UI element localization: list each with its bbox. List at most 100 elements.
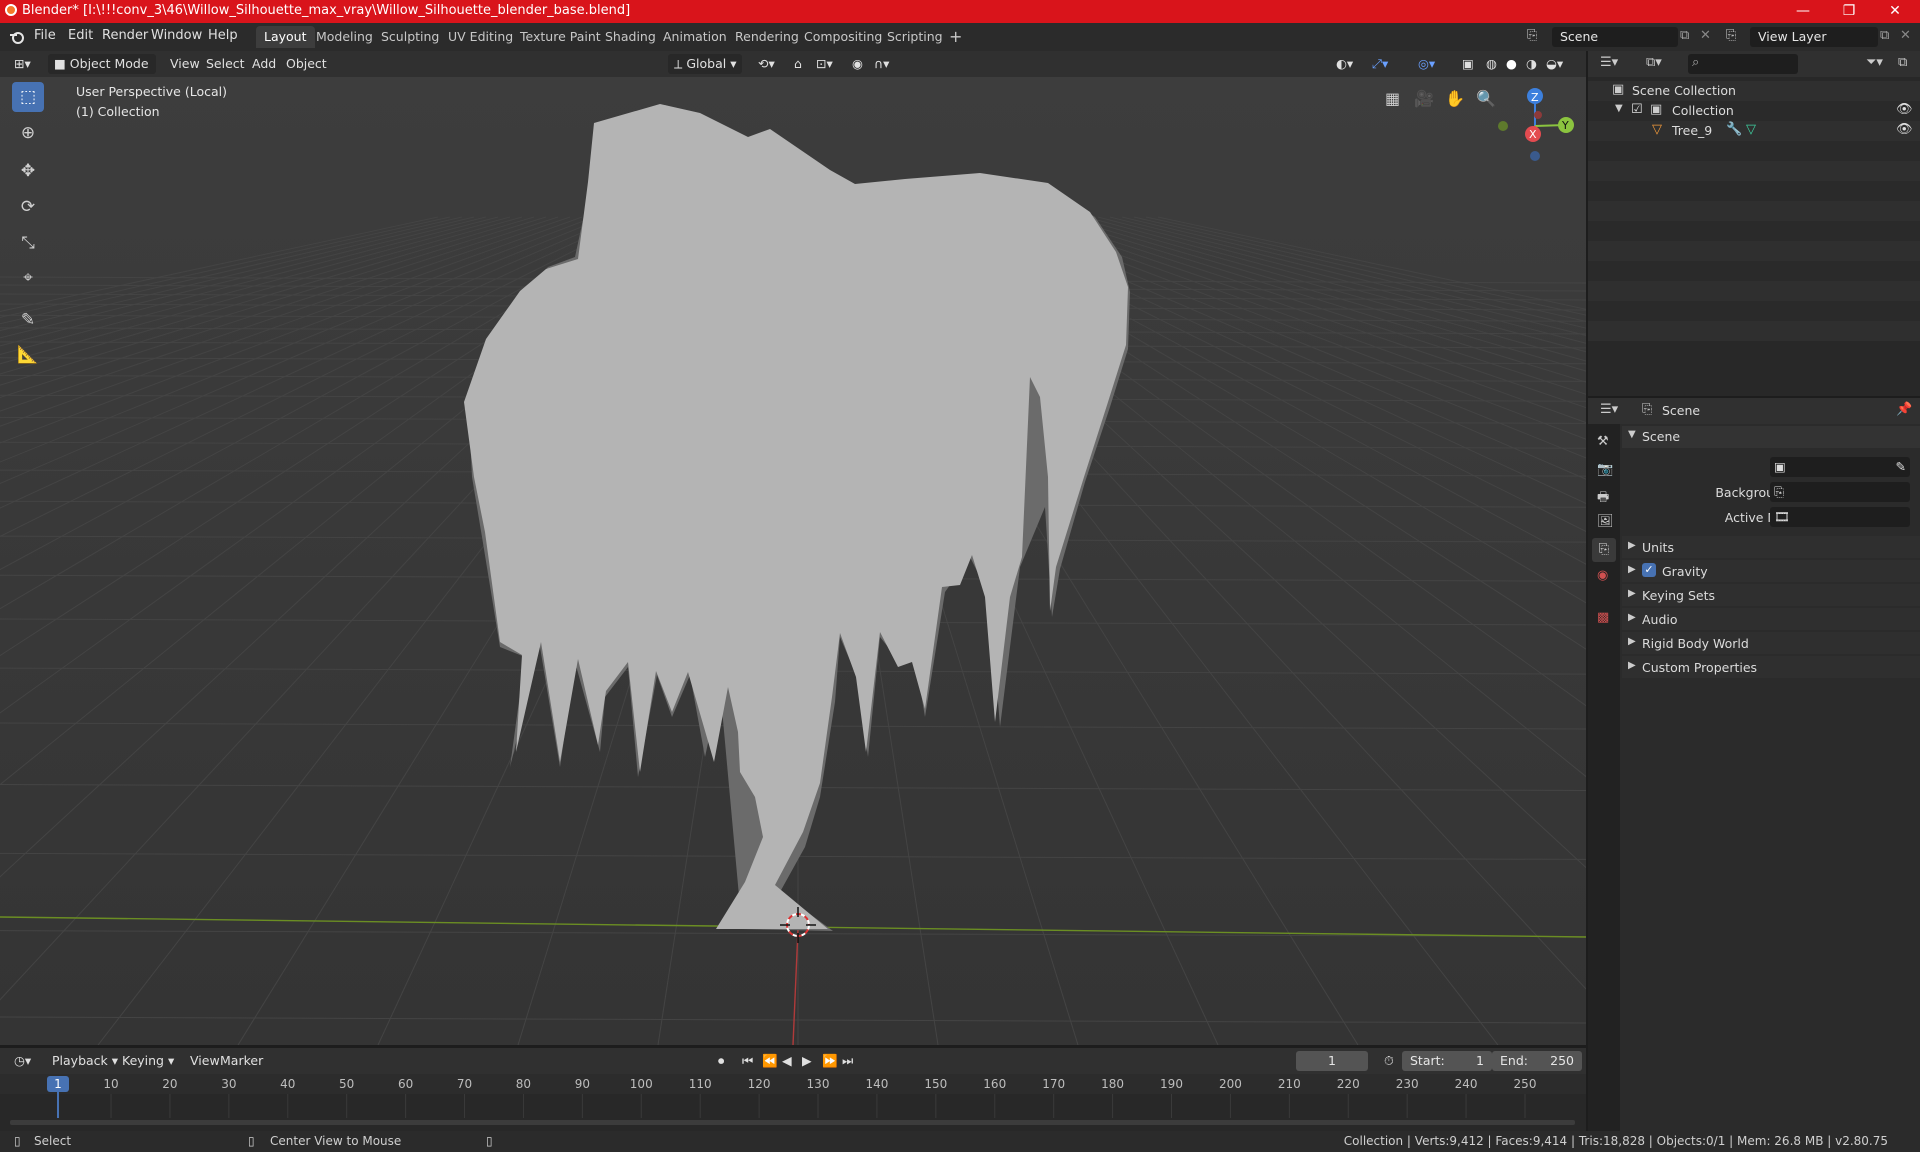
output-tab-icon[interactable]: 🖶 xyxy=(1597,488,1609,510)
menu-help[interactable]: Help xyxy=(208,28,238,43)
blender-menu-icon[interactable] xyxy=(8,29,26,45)
eye-icon[interactable]: 👁 xyxy=(1896,122,1913,137)
annotate-tool[interactable]: ✎ xyxy=(12,305,44,335)
outliner-row-scene-collection[interactable]: ▣ Scene Collection xyxy=(1588,81,1920,101)
tab-scripting[interactable]: Scripting xyxy=(879,26,951,48)
gravity-checkbox[interactable]: ✓ xyxy=(1642,563,1656,577)
add-workspace-button[interactable]: + xyxy=(941,26,970,48)
menu-window[interactable]: Window xyxy=(151,28,202,43)
collection-checkbox-icon[interactable]: ☑ xyxy=(1631,102,1643,117)
transform-tool[interactable]: ⌖ xyxy=(12,263,44,293)
3d-viewport[interactable]: Z Y X User Perspective (Local) (1) Colle… xyxy=(0,77,1586,1045)
play-icon[interactable]: ▶ xyxy=(796,1051,818,1071)
world-tab-icon[interactable]: ◉ xyxy=(1597,568,1608,583)
tab-compositing[interactable]: Compositing xyxy=(796,26,890,48)
toggle-view-grid-icon[interactable]: ▦ xyxy=(1385,89,1400,108)
eyedropper-icon[interactable]: ✎ xyxy=(1896,457,1906,477)
gizmo-toggle-icon[interactable]: ⤢▾ xyxy=(1366,54,1394,74)
mesh-data-icon[interactable]: ▽ xyxy=(1746,122,1756,137)
tab-sculpting[interactable]: Sculpting xyxy=(373,26,447,48)
editor-type-icon[interactable]: ⊞▾ xyxy=(8,54,37,74)
scale-tool[interactable]: ⤡ xyxy=(12,228,44,258)
scene-selector-icon[interactable]: ⎘ xyxy=(1527,28,1537,43)
snap-target-icon[interactable]: ⊡▾ xyxy=(810,54,839,74)
measure-tool[interactable]: 📐 xyxy=(12,340,44,370)
menu-edit[interactable]: Edit xyxy=(68,28,93,43)
outliner-search-input[interactable] xyxy=(1688,54,1798,74)
menu-add[interactable]: Add xyxy=(246,54,282,74)
tab-rendering[interactable]: Rendering xyxy=(727,26,807,48)
tab-animation[interactable]: Animation xyxy=(655,26,735,48)
pan-view-icon[interactable]: ✋ xyxy=(1445,89,1465,108)
active-movie-clip-field[interactable]: 🎞 xyxy=(1770,507,1910,527)
tab-texture-paint[interactable]: Texture Paint xyxy=(512,26,609,48)
rigid-body-world-panel-header[interactable]: ▶ Rigid Body World xyxy=(1622,632,1920,654)
move-tool[interactable]: ✥ xyxy=(12,156,44,186)
tab-uv-editing[interactable]: UV Editing xyxy=(440,26,521,48)
audio-panel-header[interactable]: ▶ Audio xyxy=(1622,608,1920,630)
transform-orientation-dropdown[interactable]: ⟂ Global ▾ xyxy=(668,54,743,74)
select-box-tool[interactable]: ⬚ xyxy=(12,82,44,112)
expand-arrow-icon[interactable]: ▼ xyxy=(1615,103,1623,114)
overlay-toggle-icon[interactable]: ◎▾ xyxy=(1412,54,1441,74)
view-layer-field[interactable]: View Layer xyxy=(1750,27,1878,47)
start-frame-field[interactable]: Start: 1 xyxy=(1402,1051,1492,1071)
scene-tab-icon[interactable]: ⎘ xyxy=(1592,538,1616,562)
zoom-view-icon[interactable]: 🔍 xyxy=(1476,89,1496,108)
end-frame-field[interactable]: End: 250 xyxy=(1492,1051,1582,1071)
tool-tab-icon[interactable]: ⚒ xyxy=(1597,434,1609,449)
tab-layout[interactable]: Layout xyxy=(256,26,315,48)
filter-icon[interactable]: ⏷▾ xyxy=(1866,55,1883,70)
minimize-button[interactable]: — xyxy=(1780,0,1826,23)
view-layer-icon[interactable]: ⎘ xyxy=(1726,28,1736,43)
camera-field[interactable]: ▣ ✎ xyxy=(1770,457,1910,477)
menu-render[interactable]: Render xyxy=(102,28,148,43)
new-scene-icon[interactable]: ⧉ xyxy=(1680,28,1689,43)
play-reverse-icon[interactable]: ◀ xyxy=(776,1051,798,1071)
view-layer-tab-icon[interactable]: 🖼 xyxy=(1597,514,1614,529)
tab-modeling[interactable]: Modeling xyxy=(308,26,381,48)
outliner-row-object[interactable]: ▽ Tree_9 🔧 ▽ 👁 xyxy=(1588,121,1920,141)
menu-object[interactable]: Object xyxy=(280,54,333,74)
rotate-tool[interactable]: ⟳ xyxy=(12,192,44,222)
menu-select[interactable]: Select xyxy=(200,54,251,74)
eye-icon[interactable]: 👁 xyxy=(1896,102,1913,117)
scene-field[interactable]: Scene xyxy=(1552,27,1678,47)
display-mode-icon[interactable]: ⧉▾ xyxy=(1646,55,1662,70)
render-tab-icon[interactable]: 📷 xyxy=(1597,462,1613,477)
close-button[interactable]: ✕ xyxy=(1872,0,1918,23)
jump-to-end-icon[interactable]: ⏭ xyxy=(836,1051,859,1071)
timeline-marker-menu[interactable]: Marker xyxy=(214,1051,269,1071)
preview-range-icon[interactable]: ⏱ xyxy=(1378,1051,1400,1071)
cursor-tool[interactable]: ⊕ xyxy=(12,118,44,148)
maximize-button[interactable]: ❐ xyxy=(1826,0,1872,23)
current-frame-field[interactable]: 1 xyxy=(1296,1051,1368,1071)
background-scene-field[interactable]: ⎘ xyxy=(1770,482,1910,502)
custom-properties-panel-header[interactable]: ▶ Custom Properties xyxy=(1622,656,1920,678)
xray-toggle-icon[interactable]: ▣ xyxy=(1456,54,1480,74)
tab-shading[interactable]: Shading xyxy=(597,26,664,48)
playback-dropdown[interactable]: Playback ▾ xyxy=(46,1051,124,1071)
pivot-point-icon[interactable]: ⟲▾ xyxy=(752,54,781,74)
menu-file[interactable]: File xyxy=(34,28,56,43)
new-collection-icon[interactable]: ⧉ xyxy=(1898,55,1907,70)
object-mode-dropdown[interactable]: ■ Object Mode ▾ xyxy=(48,54,156,91)
delete-scene-icon[interactable]: ✕ xyxy=(1700,28,1711,43)
new-view-layer-icon[interactable]: ⧉ xyxy=(1880,28,1889,43)
properties-editor-type-icon[interactable]: ☰▾ xyxy=(1600,402,1618,417)
scene-panel-header[interactable]: ▼ Scene xyxy=(1622,426,1920,448)
keying-sets-panel-header[interactable]: ▶ Keying Sets xyxy=(1622,584,1920,606)
pin-icon[interactable]: 📌 xyxy=(1896,402,1912,417)
delete-view-layer-icon[interactable]: ✕ xyxy=(1900,28,1911,43)
keying-dropdown[interactable]: Keying ▾ xyxy=(116,1051,180,1071)
outliner-editor-type-icon[interactable]: ☰▾ xyxy=(1600,55,1618,70)
timeline-editor-type-icon[interactable]: ◷▾ xyxy=(8,1051,37,1071)
proportional-edit-icon[interactable]: ◉ xyxy=(846,54,869,74)
record-keyframe-icon[interactable]: ⏺ xyxy=(712,1051,730,1071)
visibility-selectable-icon[interactable]: ◐▾ xyxy=(1330,54,1359,74)
outliner-row-collection[interactable]: ▼ ☑ ▣ Collection 👁 xyxy=(1588,101,1920,121)
gravity-panel-header[interactable]: ▶ ✓ Gravity xyxy=(1622,560,1920,582)
falloff-icon[interactable]: ∩▾ xyxy=(868,54,895,74)
modifier-wrench-icon[interactable]: 🔧 xyxy=(1726,122,1742,137)
texture-tab-icon[interactable]: ▩ xyxy=(1597,610,1609,625)
